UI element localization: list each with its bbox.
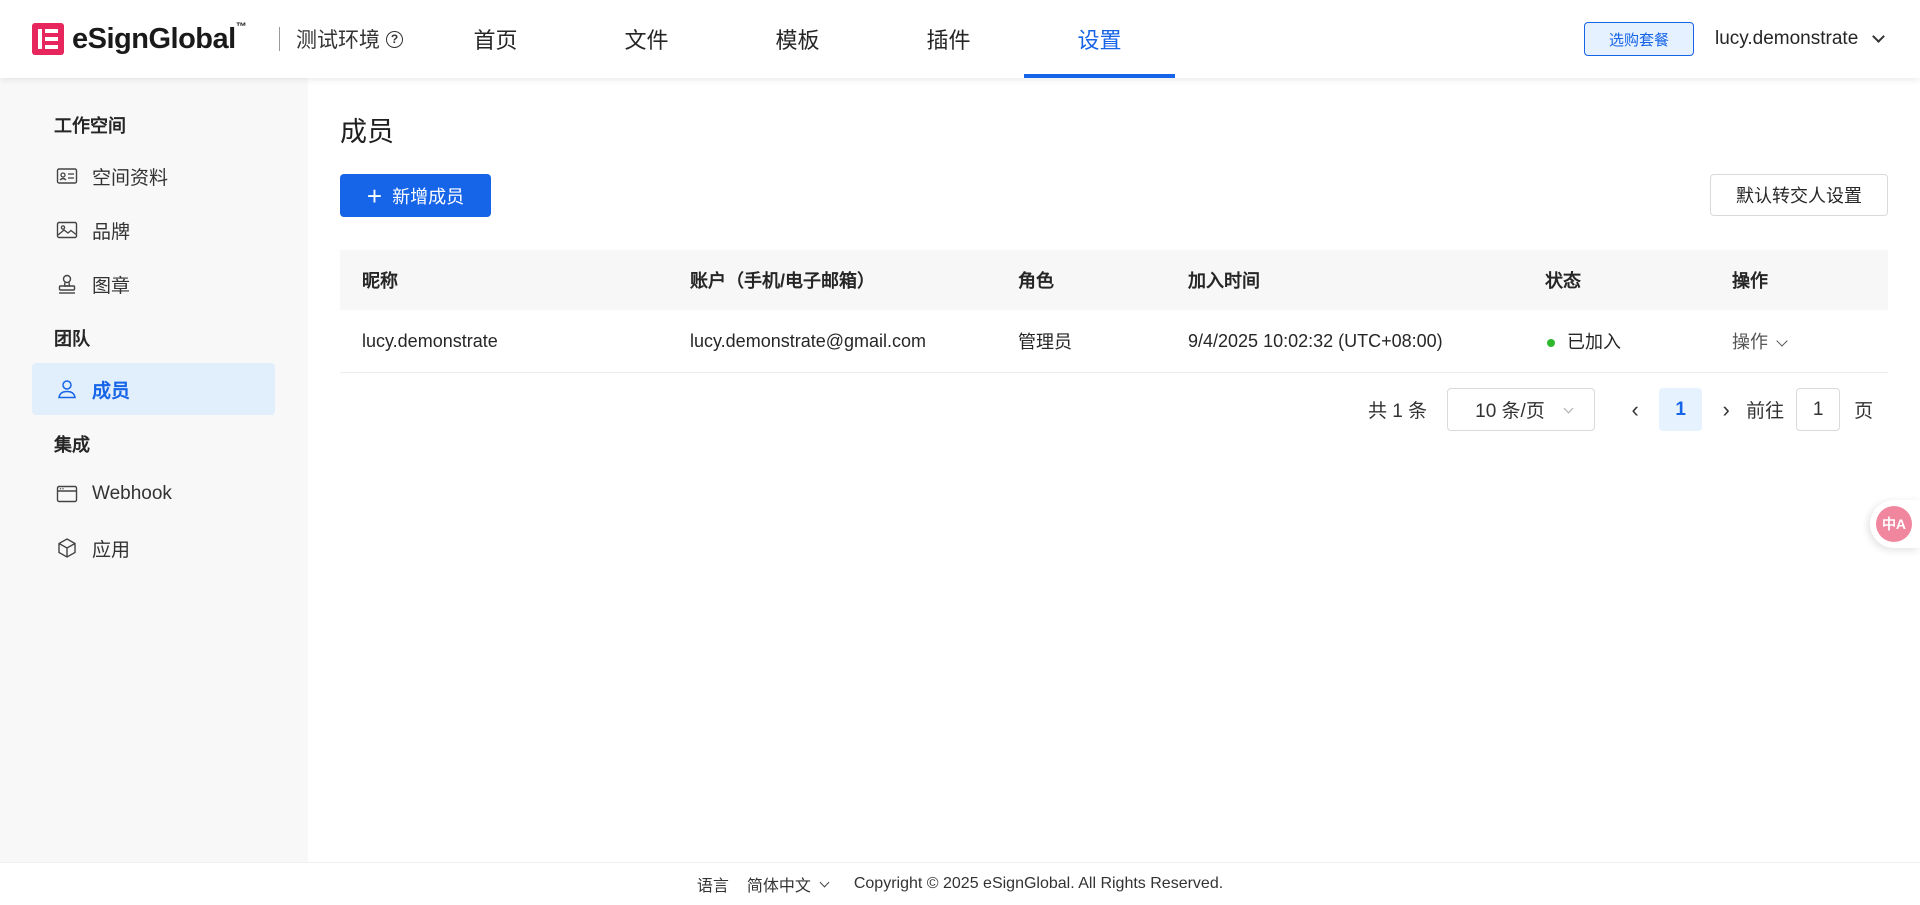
sidebar-group-workspace: 工作空间 (54, 116, 126, 136)
column-header-joined: 加入时间 (1188, 271, 1260, 291)
language-select[interactable]: 简体中文 (746, 872, 830, 896)
logo-text: eSignGlobal™ (72, 20, 247, 55)
pagination: 共 1 条 10 条/页 ‹ 1 › 前往 1 页 (1368, 388, 1873, 431)
translate-widget[interactable]: 中A (1870, 500, 1920, 548)
table-row: lucy.demonstrate lucy.demonstrate@gmail.… (340, 310, 1888, 373)
sidebar-item-label: 成员 (92, 380, 131, 402)
page-title: 成员 (340, 117, 394, 147)
chevron-down-icon (1563, 403, 1574, 414)
add-member-label: 新增成员 (392, 186, 465, 207)
browser-window-icon (56, 485, 78, 503)
status-dot-icon (1547, 339, 1555, 348)
language-label: 语言 (696, 878, 729, 895)
logo-mark-icon (32, 23, 64, 55)
sidebar-group-integration: 集成 (54, 435, 90, 455)
goto-page-input[interactable]: 1 (1796, 388, 1841, 431)
cell-nickname: lucy.demonstrate (362, 330, 498, 351)
nav-files[interactable]: 文件 (571, 0, 722, 78)
column-header-account: 账户（手机/电子邮箱） (690, 271, 875, 291)
image-icon (56, 221, 78, 239)
footer: 语言 简体中文 Copyright © 2025 eSignGlobal. Al… (0, 862, 1920, 905)
sidebar-item-space-profile[interactable]: 空间资料 (32, 150, 275, 202)
nav-plugins[interactable]: 插件 (873, 0, 1024, 78)
sidebar: 工作空间 空间资料 品牌 图章 团队 成员 集成 Webhook 应用 (0, 78, 308, 862)
status-text: 已加入 (1567, 332, 1621, 352)
sidebar-item-webhook[interactable]: Webhook (32, 468, 275, 520)
members-table: 昵称 账户（手机/电子邮箱） 角色 加入时间 状态 操作 lucy.demons… (340, 250, 1888, 373)
page-number-current[interactable]: 1 (1659, 388, 1703, 431)
sidebar-item-label: 图章 (92, 275, 131, 297)
cell-account: lucy.demonstrate@gmail.com (690, 330, 927, 351)
sidebar-item-label: Webhook (92, 483, 172, 504)
add-member-button[interactable]: + 新增成员 (340, 174, 491, 217)
main-nav: 首页 文件 模板 插件 设置 (420, 0, 1175, 78)
copyright-text: Copyright © 2025 eSignGlobal. All Rights… (853, 875, 1224, 892)
help-icon[interactable]: ? (386, 30, 403, 48)
nav-templates[interactable]: 模板 (722, 0, 873, 78)
sidebar-group-team: 团队 (54, 329, 90, 349)
column-header-role: 角色 (1018, 271, 1054, 291)
chevron-down-icon (819, 877, 830, 887)
status-badge: 已加入 (1547, 328, 1621, 354)
row-actions-label: 操作 (1732, 332, 1768, 352)
sidebar-item-members[interactable]: 成员 (32, 363, 275, 415)
sidebar-item-label: 空间资料 (92, 167, 169, 189)
chevron-down-icon (1872, 30, 1886, 43)
nav-settings[interactable]: 设置 (1024, 0, 1175, 78)
column-header-nickname: 昵称 (362, 271, 398, 291)
id-card-icon (56, 168, 78, 184)
environment-label: 测试环境 ? (296, 24, 403, 54)
row-actions-dropdown[interactable]: 操作 (1732, 328, 1788, 354)
sidebar-item-label: 品牌 (92, 221, 131, 243)
page-size-select[interactable]: 10 条/页 (1447, 388, 1596, 431)
user-icon (58, 380, 76, 399)
cell-role: 管理员 (1018, 332, 1072, 352)
purchase-plan-button[interactable]: 选购套餐 (1584, 22, 1694, 56)
language-value: 简体中文 (746, 878, 811, 895)
sidebar-item-label: 应用 (92, 539, 131, 561)
column-header-status: 状态 (1545, 271, 1581, 291)
top-header: eSignGlobal™ 测试环境 ? 首页 文件 模板 插件 设置 选购套餐 … (0, 0, 1920, 78)
prev-page-icon[interactable]: ‹ (1615, 397, 1655, 423)
logo-divider (279, 27, 280, 51)
plus-icon: + (366, 180, 383, 211)
environment-label-text: 测试环境 (296, 29, 380, 52)
page-size-value: 10 条/页 (1475, 401, 1545, 422)
nav-home[interactable]: 首页 (420, 0, 571, 78)
logo[interactable]: eSignGlobal™ (32, 20, 247, 56)
chevron-down-icon (1776, 335, 1788, 347)
username: lucy.demonstrate (1715, 28, 1859, 49)
page-suffix: 页 (1854, 401, 1874, 422)
sidebar-item-stamp[interactable]: 图章 (32, 258, 275, 310)
table-header: 昵称 账户（手机/电子邮箱） 角色 加入时间 状态 操作 (340, 250, 1888, 310)
cell-joined-time: 9/4/2025 10:02:32 (UTC+08:00) (1188, 330, 1443, 351)
total-count: 共 1 条 (1368, 401, 1428, 422)
column-header-actions: 操作 (1732, 271, 1768, 291)
sidebar-item-apps[interactable]: 应用 (32, 522, 275, 574)
cube-icon (58, 538, 76, 558)
stamp-icon (58, 274, 76, 294)
next-page-icon[interactable]: › (1706, 397, 1746, 423)
user-menu[interactable]: lucy.demonstrate (1715, 24, 1886, 54)
translate-icon: 中A (1876, 506, 1912, 542)
default-transferee-settings-button[interactable]: 默认转交人设置 (1710, 174, 1888, 216)
goto-label: 前往 (1746, 401, 1785, 422)
sidebar-item-brand[interactable]: 品牌 (32, 204, 275, 256)
